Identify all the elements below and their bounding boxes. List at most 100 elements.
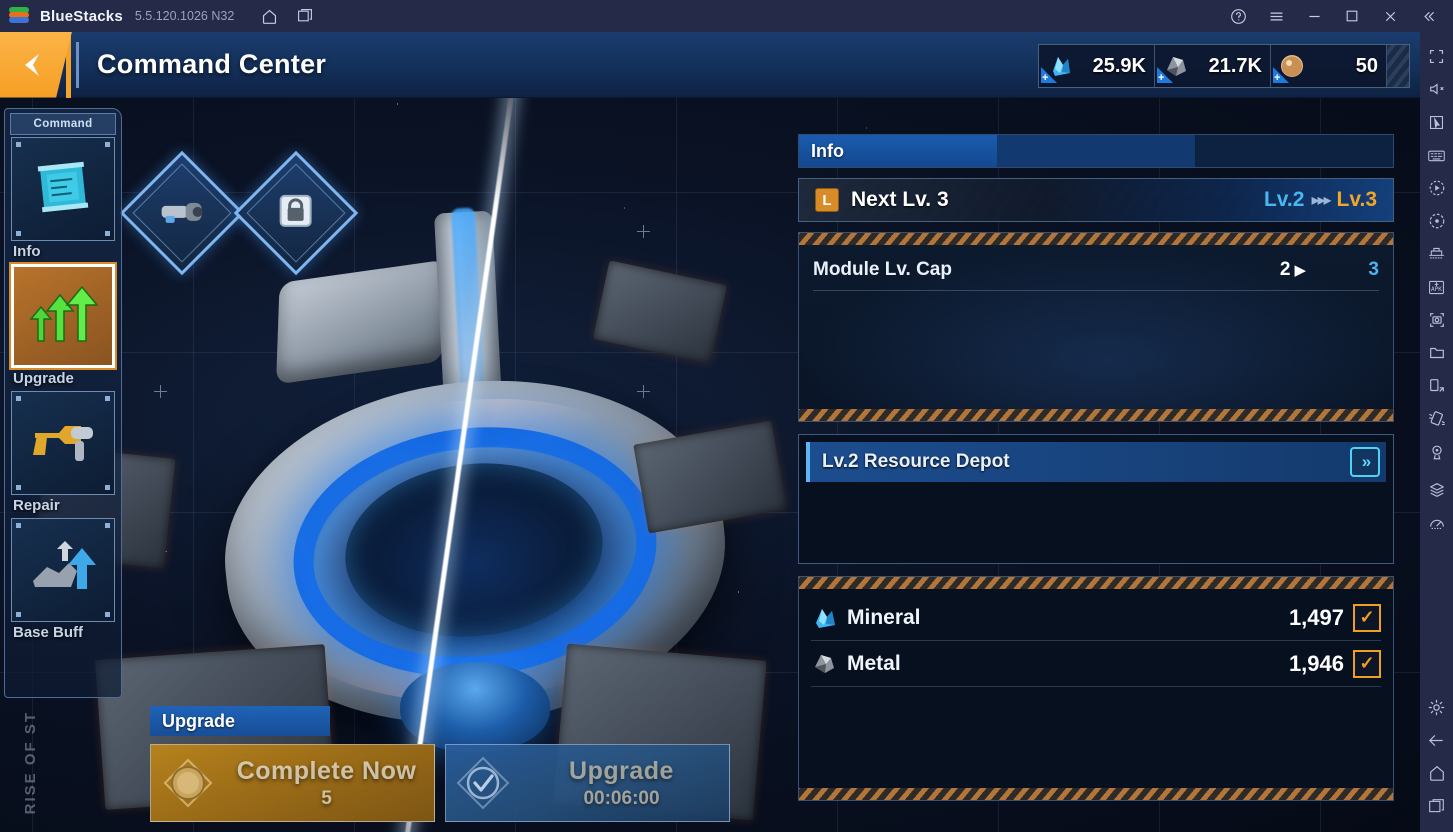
- base-buff-thumb[interactable]: [11, 518, 115, 622]
- sidebar-item-info[interactable]: Info: [11, 137, 115, 260]
- cost-box: Mineral 1,497 ✓ Metal 1,946 ✓: [798, 576, 1394, 801]
- sidebar-item-base-buff-label: Base Buff: [13, 624, 84, 641]
- home-icon[interactable]: [256, 4, 282, 28]
- stat-next: 3: [1368, 259, 1379, 280]
- back-nav-icon[interactable]: [1420, 724, 1453, 756]
- app-name: BlueStacks: [40, 7, 123, 25]
- upgrade-thumb[interactable]: [9, 262, 117, 370]
- stat-caret-icon: ▶: [1294, 262, 1306, 279]
- mineral-crystal-icon: [811, 605, 841, 631]
- multi-instance-icon[interactable]: [292, 4, 318, 28]
- tab-2[interactable]: [997, 135, 1195, 167]
- sidebar-item-base-buff[interactable]: Base Buff: [11, 518, 115, 641]
- tab-info[interactable]: Info: [799, 135, 997, 167]
- resource-bar: 25.9K 21.7K: [1038, 44, 1410, 88]
- depot-row[interactable]: Lv.2 Resource Depot »: [806, 442, 1386, 482]
- game-header: Command Center 25.9K: [0, 32, 1420, 98]
- resource-metal[interactable]: 21.7K: [1155, 45, 1271, 87]
- sidebar-item-repair-label: Repair: [13, 497, 60, 514]
- screenshot-icon[interactable]: [1420, 304, 1453, 336]
- mute-icon[interactable]: [1420, 73, 1453, 105]
- game-watermark: RISE OF ST: [22, 710, 39, 814]
- back-button[interactable]: [0, 32, 72, 98]
- lock-icon: [277, 192, 315, 235]
- hamburger-menu-icon[interactable]: [1263, 4, 1289, 28]
- stat-current: 2: [1279, 259, 1291, 280]
- cost-row-metal: Metal 1,946 ✓: [811, 641, 1381, 687]
- stat-name: Module Lv. Cap: [813, 259, 952, 280]
- next-level-row: L Next Lv. 3 Lv.2 ▸▸▸ Lv.3: [798, 178, 1394, 222]
- command-rail: Command Info Upgrade Repair Base Buff: [4, 108, 122, 698]
- app-version: 5.5.120.1026 N32: [134, 9, 235, 23]
- recents-nav-icon[interactable]: [1420, 790, 1453, 822]
- fullscreen-icon[interactable]: [1420, 40, 1453, 72]
- keyboard-controls-icon[interactable]: [1420, 139, 1453, 171]
- titlebar: BlueStacks 5.5.120.1026 N32: [0, 0, 1453, 32]
- resource-food[interactable]: 50: [1271, 45, 1387, 87]
- help-icon[interactable]: [1225, 4, 1251, 28]
- layers-icon[interactable]: [1420, 474, 1453, 506]
- media-folder-icon[interactable]: [1420, 337, 1453, 369]
- collapse-icon[interactable]: [1415, 4, 1441, 28]
- action-bar: Upgrade Complete Now 5 Upgrade 00:06:00: [150, 706, 730, 826]
- level-arrow-icon: ▸▸▸: [1311, 192, 1331, 209]
- cost-row-mineral: Mineral 1,497 ✓: [811, 595, 1381, 641]
- maximize-icon[interactable]: [1339, 4, 1365, 28]
- cost-name-mineral: Mineral: [847, 605, 921, 629]
- mineral-crystal-icon: [1041, 51, 1075, 83]
- upgrade-button[interactable]: Upgrade 00:06:00: [445, 744, 730, 822]
- complete-now-button[interactable]: Complete Now 5: [150, 744, 435, 822]
- base-buff-icon: [27, 539, 99, 602]
- grid-marker: [154, 385, 167, 398]
- info-thumb[interactable]: [11, 137, 115, 241]
- cost-value-mineral: 1,497: [1288, 604, 1344, 630]
- shake-icon[interactable]: [1420, 403, 1453, 435]
- resource-metal-value: 21.7K: [1208, 54, 1262, 77]
- script-icon[interactable]: [1420, 205, 1453, 237]
- multi-instance-manager-icon[interactable]: [1420, 238, 1453, 270]
- metal-ore-icon: [1157, 51, 1191, 83]
- green-arrows-icon: [26, 283, 100, 350]
- cost-value-metal: 1,946: [1288, 650, 1344, 676]
- minimize-icon[interactable]: [1301, 4, 1327, 28]
- rotate-screen-icon[interactable]: [1420, 370, 1453, 402]
- game-viewport[interactable]: Command Center 25.9K: [0, 32, 1420, 832]
- sidebar-item-upgrade[interactable]: Upgrade: [9, 262, 117, 387]
- depot-goto-button[interactable]: »: [1350, 447, 1380, 477]
- sidebar-item-upgrade-label: Upgrade: [13, 370, 74, 387]
- sidebar-item-repair[interactable]: Repair: [11, 391, 115, 514]
- cost-check-metal-icon: ✓: [1353, 649, 1381, 678]
- tab-3[interactable]: [1195, 135, 1393, 167]
- cursor-icon[interactable]: [1420, 106, 1453, 138]
- resource-mineral[interactable]: 25.9K: [1039, 45, 1155, 87]
- food-icon: [1273, 51, 1307, 83]
- sidebar-item-info-label: Info: [13, 243, 41, 260]
- upgrade-label: Upgrade: [569, 756, 674, 785]
- info-panel: Info L Next Lv. 3 Lv.2 ▸▸▸ Lv.3 Module L…: [798, 134, 1394, 832]
- install-apk-icon[interactable]: APK: [1420, 271, 1453, 303]
- check-diamond-icon: [446, 745, 520, 821]
- depot-box: Lv.2 Resource Depot »: [798, 434, 1394, 564]
- cost-check-mineral-icon: ✓: [1353, 603, 1381, 632]
- hatch-stripe-bottom: [799, 788, 1393, 800]
- complete-now-text: Complete Now 5: [225, 757, 434, 810]
- hatch-stripe-top: [799, 577, 1393, 589]
- macro-recorder-icon[interactable]: [1420, 172, 1453, 204]
- action-bar-label: Upgrade: [150, 706, 330, 736]
- level-to: Lv.3: [1336, 188, 1377, 211]
- performance-icon[interactable]: [1420, 507, 1453, 539]
- turret-module-icon: [158, 197, 206, 230]
- resource-mineral-value: 25.9K: [1092, 54, 1146, 77]
- complete-now-cost: 5: [321, 787, 332, 809]
- cost-name-metal: Metal: [847, 651, 901, 675]
- home-nav-icon[interactable]: [1420, 757, 1453, 789]
- complete-now-label: Complete Now: [236, 756, 417, 785]
- repair-thumb[interactable]: [11, 391, 115, 495]
- depot-title: Lv.2 Resource Depot: [822, 451, 1010, 472]
- settings-gear-icon[interactable]: [1420, 691, 1453, 723]
- close-icon[interactable]: [1377, 4, 1403, 28]
- hatch-stripe-bottom: [799, 409, 1393, 421]
- stat-row: Module Lv. Cap 2 ▶ 3: [813, 255, 1379, 291]
- metal-ore-icon: [811, 651, 841, 677]
- location-icon[interactable]: [1420, 436, 1453, 468]
